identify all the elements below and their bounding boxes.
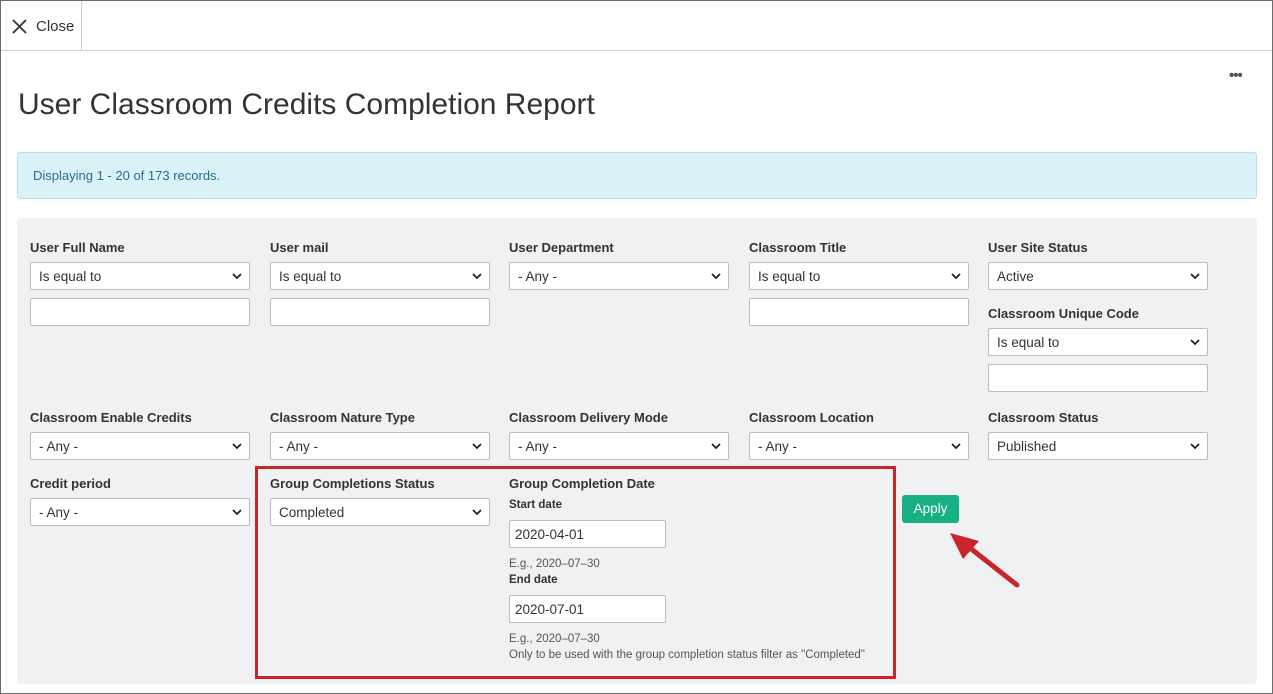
chevron-down-icon xyxy=(1190,443,1200,450)
classroom-enable-credits-label: Classroom Enable Credits xyxy=(30,410,192,425)
classroom-enable-credits-select[interactable]: - Any - xyxy=(30,432,250,460)
selected-value: - Any - xyxy=(279,439,319,454)
user-site-status-select[interactable]: Active xyxy=(988,262,1208,290)
selected-value: Published xyxy=(997,439,1057,454)
user-site-status-label: User Site Status xyxy=(988,240,1088,255)
classroom-location-select[interactable]: - Any - xyxy=(749,432,969,460)
selected-value: - Any - xyxy=(39,505,79,520)
highlight-box xyxy=(255,466,896,679)
selected-value: Is equal to xyxy=(39,269,102,284)
user-full-name-label: User Full Name xyxy=(30,240,125,255)
selected-value: Is equal to xyxy=(758,269,821,284)
user-mail-operator-select[interactable]: Is equal to xyxy=(270,262,490,290)
selected-value: - Any - xyxy=(39,439,79,454)
classroom-unique-code-operator-select[interactable]: Is equal to xyxy=(988,328,1208,356)
chevron-down-icon xyxy=(232,443,242,450)
annotation-arrow-icon xyxy=(950,533,1020,588)
selected-value: Is equal to xyxy=(279,269,342,284)
credit-period-select[interactable]: - Any - xyxy=(30,498,250,526)
credit-period-label: Credit period xyxy=(30,476,111,491)
chevron-down-icon xyxy=(951,273,961,280)
selected-value: - Any - xyxy=(518,269,558,284)
selected-value: Is equal to xyxy=(997,335,1060,350)
classroom-status-label: Classroom Status xyxy=(988,410,1099,425)
classroom-title-label: Classroom Title xyxy=(749,240,847,255)
user-full-name-input[interactable] xyxy=(30,298,250,326)
page-title: User Classroom Credits Completion Report xyxy=(18,88,595,121)
close-icon xyxy=(12,18,27,34)
chevron-down-icon xyxy=(711,273,721,280)
classroom-title-input[interactable] xyxy=(749,298,969,326)
classroom-unique-code-input[interactable] xyxy=(988,364,1208,392)
classroom-status-select[interactable]: Published xyxy=(988,432,1208,460)
more-icon[interactable]: ••• xyxy=(1229,68,1243,83)
records-alert: Displaying 1 - 20 of 173 records. xyxy=(17,152,1257,199)
user-department-select[interactable]: - Any - xyxy=(509,262,729,290)
chevron-down-icon xyxy=(232,273,242,280)
user-full-name-operator-select[interactable]: Is equal to xyxy=(30,262,250,290)
chevron-down-icon xyxy=(711,443,721,450)
chevron-down-icon xyxy=(1190,339,1200,346)
user-mail-label: User mail xyxy=(270,240,329,255)
classroom-nature-type-select[interactable]: - Any - xyxy=(270,432,490,460)
user-department-label: User Department xyxy=(509,240,614,255)
user-mail-input[interactable] xyxy=(270,298,490,326)
classroom-nature-type-label: Classroom Nature Type xyxy=(270,410,415,425)
chevron-down-icon xyxy=(1190,273,1200,280)
close-button[interactable]: Close xyxy=(1,1,82,51)
chevron-down-icon xyxy=(232,509,242,516)
chevron-down-icon xyxy=(472,273,482,280)
apply-button[interactable]: Apply xyxy=(902,495,959,523)
selected-value: - Any - xyxy=(758,439,798,454)
chevron-down-icon xyxy=(951,443,961,450)
chevron-down-icon xyxy=(472,443,482,450)
close-label: Close xyxy=(36,17,75,35)
classroom-location-label: Classroom Location xyxy=(749,410,874,425)
classroom-unique-code-label: Classroom Unique Code xyxy=(988,306,1139,321)
classroom-delivery-mode-label: Classroom Delivery Mode xyxy=(509,410,668,425)
top-bar: Close xyxy=(1,1,1272,51)
selected-value: - Any - xyxy=(518,439,558,454)
classroom-title-operator-select[interactable]: Is equal to xyxy=(749,262,969,290)
classroom-delivery-mode-select[interactable]: - Any - xyxy=(509,432,729,460)
selected-value: Active xyxy=(997,269,1034,284)
records-count-text: Displaying 1 - 20 of 173 records. xyxy=(33,168,221,183)
